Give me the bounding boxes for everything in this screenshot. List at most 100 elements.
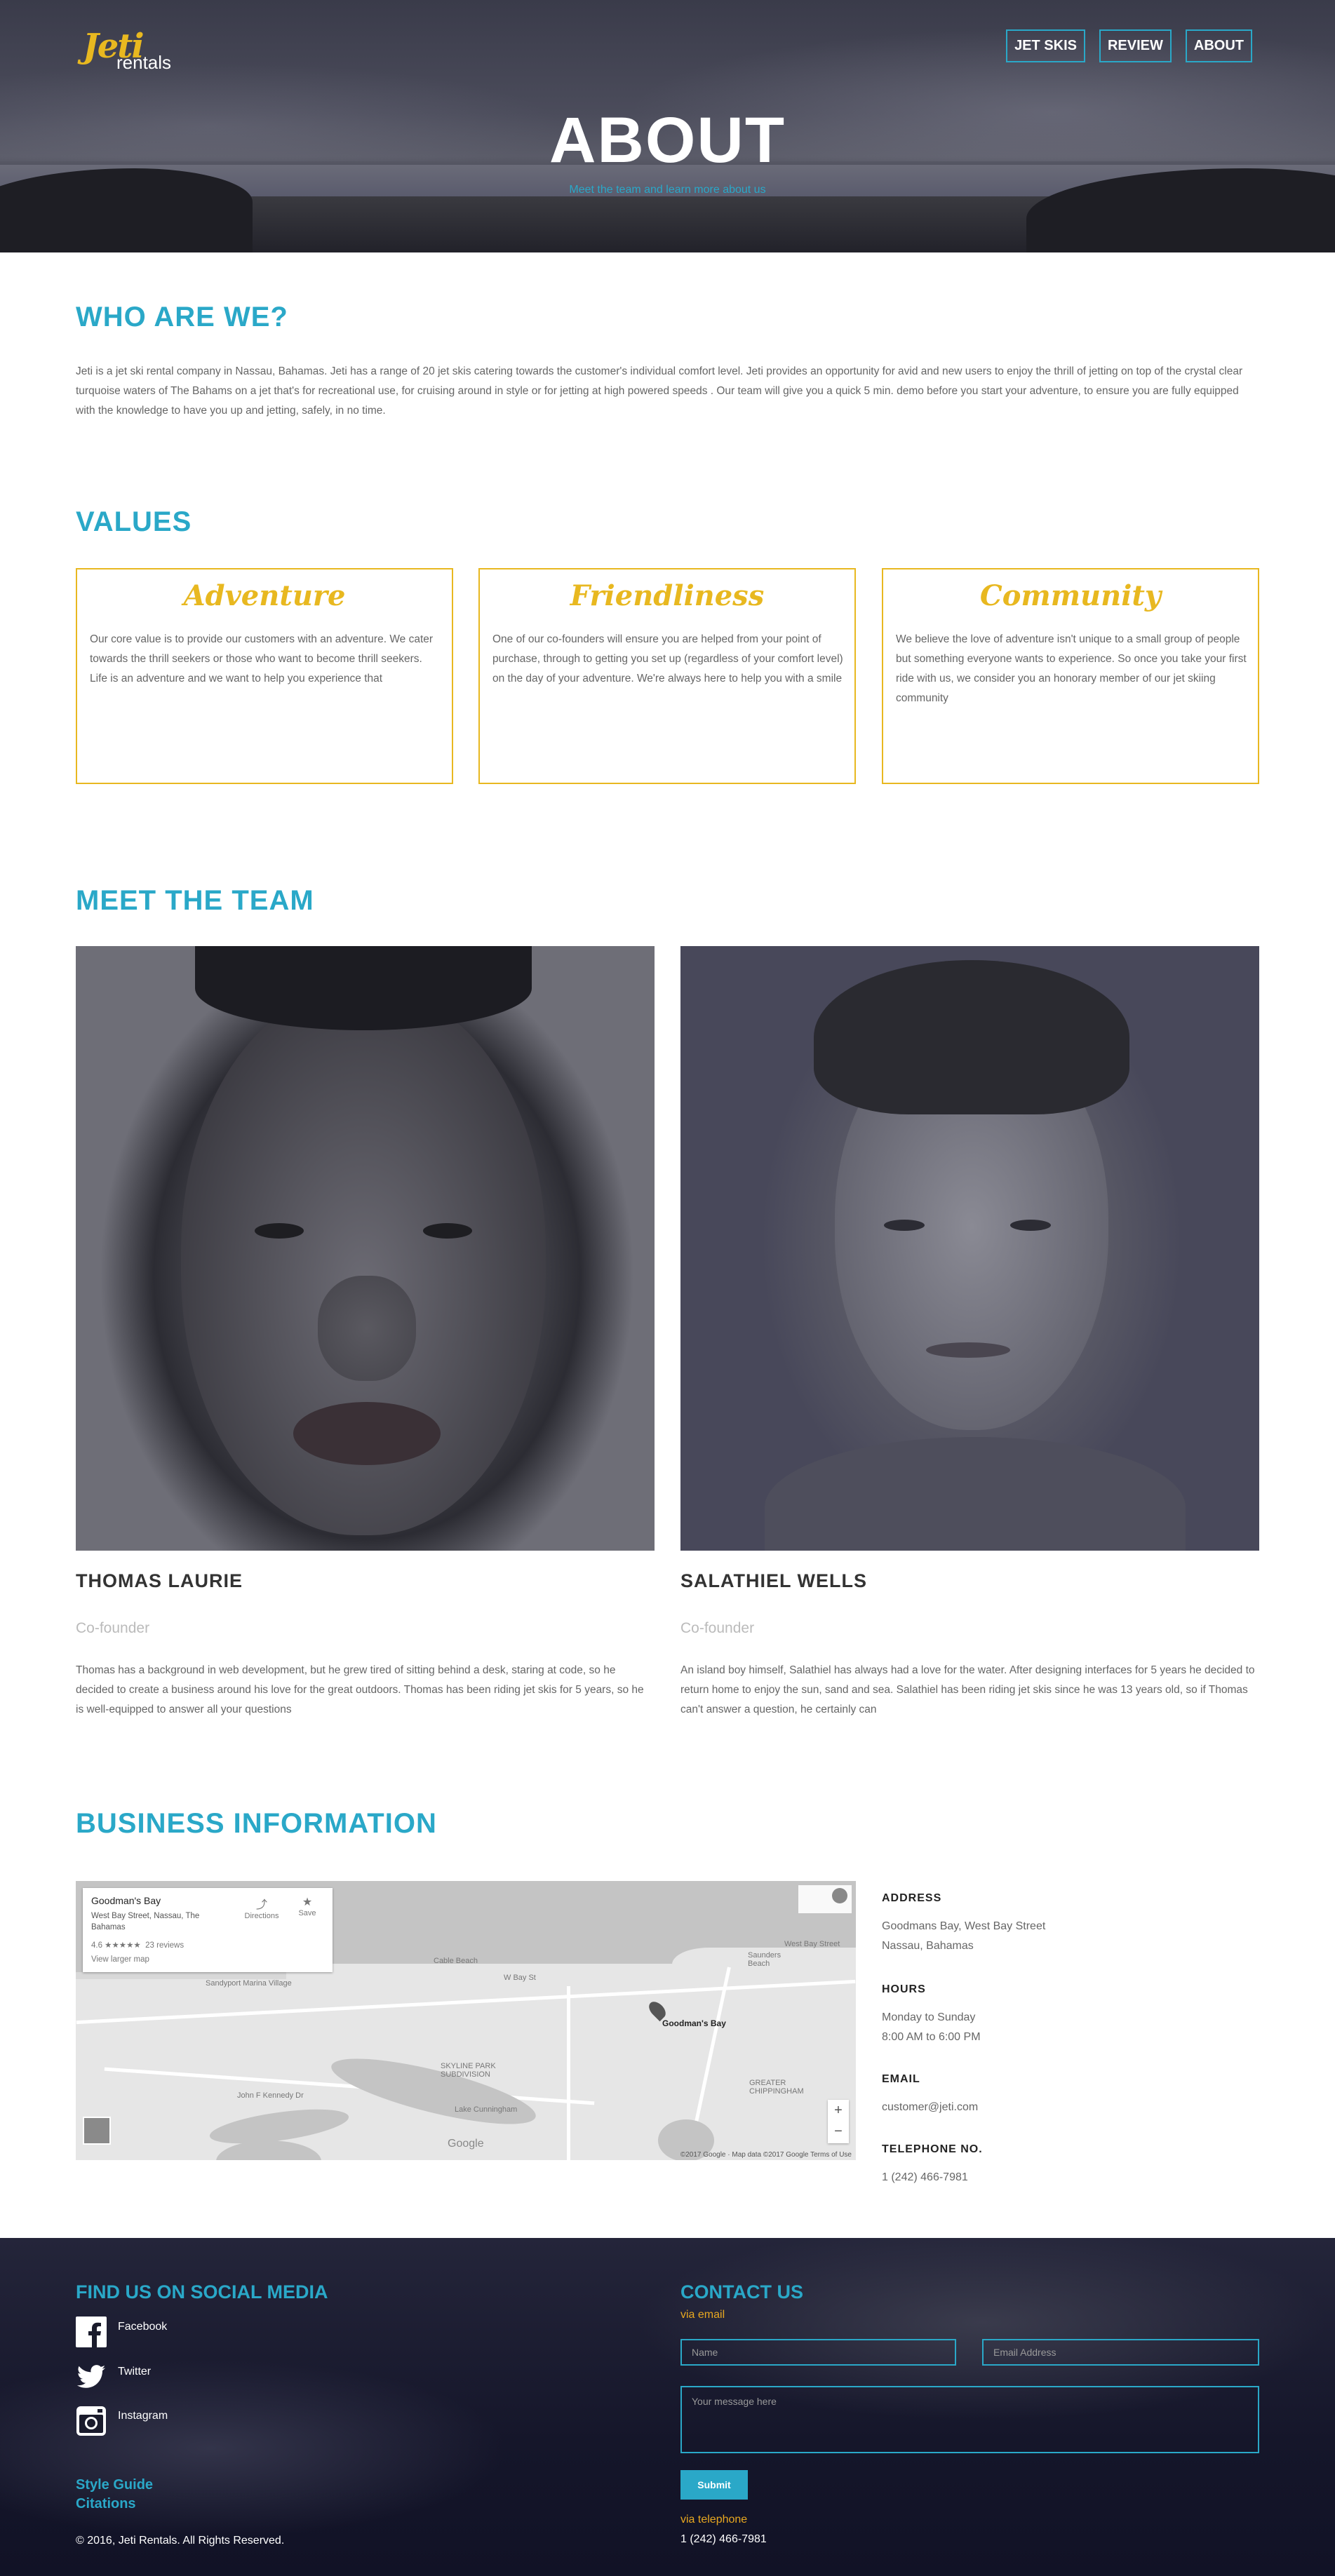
hair-shape <box>195 946 532 1030</box>
address-line-2: Nassau, Bahamas <box>882 1940 974 1952</box>
address-line-1: Goodmans Bay, West Bay Street <box>882 1920 1046 1932</box>
instagram-link[interactable]: Instagram <box>76 2406 168 2436</box>
page-title: ABOUT <box>549 104 786 176</box>
value-text: One of our co-founders will ensure you a… <box>492 633 843 685</box>
submit-button[interactable]: Submit <box>680 2470 748 2500</box>
email-label: EMAIL <box>882 2073 920 2085</box>
team-role: Co-founder <box>680 1620 755 1636</box>
eye-shape <box>1010 1220 1051 1231</box>
map-info-window: Goodman's Bay West Bay Street, Nassau, T… <box>83 1888 333 1972</box>
nav-jet-skis[interactable]: JET SKIS <box>1006 29 1085 62</box>
value-title: Community <box>979 579 1162 612</box>
zoom-out-button[interactable]: − <box>828 2121 849 2142</box>
facebook-icon <box>76 2317 107 2347</box>
via-telephone-label: via telephone <box>680 2514 748 2526</box>
satellite-toggle[interactable] <box>83 2117 111 2145</box>
page-subtitle: Meet the team and learn more about us <box>569 184 766 196</box>
pegman-icon[interactable] <box>832 1888 847 1903</box>
directions-button[interactable]: ⤴ Directions <box>241 1895 283 1920</box>
business-heading: BUSINESS INFORMATION <box>76 1808 437 1839</box>
values-heading: VALUES <box>76 506 192 537</box>
email-field[interactable] <box>982 2339 1259 2366</box>
map-label: Lake Cunningham <box>455 2105 518 2114</box>
zoom-in-button[interactable]: + <box>828 2100 849 2121</box>
star-icon: ★ <box>302 1896 313 1908</box>
nose-shape <box>318 1276 416 1381</box>
value-title: Adventure <box>183 579 346 612</box>
map-label: W Bay St <box>504 1974 536 1982</box>
team-name: SALATHIEL WELLS <box>680 1570 867 1591</box>
hero-shore <box>0 168 1335 252</box>
nav-review[interactable]: REVIEW <box>1099 29 1172 62</box>
team-bio: An island boy himself, Salathiel has alw… <box>680 1664 1255 1715</box>
map-rating: 4.6 ★★★★★ 23 reviews <box>91 1940 184 1950</box>
name-field[interactable] <box>680 2339 956 2366</box>
map-label: Sandyport Marina Village <box>206 1979 292 1988</box>
team-heading: MEET THE TEAM <box>76 885 314 916</box>
via-email-label: via email <box>680 2309 725 2321</box>
map-credit: ©2017 Google · Map data ©2017 Google Ter… <box>680 2151 852 2159</box>
location-map[interactable]: Sandyport Marina Village Cable Beach W B… <box>76 1881 856 2160</box>
site-logo[interactable]: Jeti rentals <box>83 27 202 76</box>
map-place-address: West Bay Street, Nassau, The Bahamas <box>91 1912 200 1931</box>
hours-line-1: Monday to Sunday <box>882 2011 976 2023</box>
hours-label: HOURS <box>882 1983 926 1995</box>
value-title: Friendliness <box>570 579 765 612</box>
value-card-community: Community We believe the love of adventu… <box>882 568 1259 784</box>
google-logo: Google <box>448 2138 484 2150</box>
main-nav: JET SKIS REVIEW ABOUT <box>1006 29 1252 62</box>
address-label: ADDRESS <box>882 1892 942 1904</box>
directions-icon: ⤴ <box>255 1899 267 1911</box>
facebook-link[interactable]: Facebook <box>76 2317 167 2347</box>
eye-shape <box>255 1223 304 1239</box>
contact-heading: CONTACT US <box>680 2281 803 2302</box>
directions-label: Directions <box>244 1912 279 1920</box>
map-road <box>567 1986 570 2160</box>
team-photo-salathiel <box>680 946 1259 1551</box>
phone-number: 1 (242) 466-7981 <box>882 2171 968 2183</box>
map-label: Cable Beach <box>434 1957 478 1965</box>
who-heading: WHO ARE WE? <box>76 302 288 332</box>
map-place-name: Goodman's Bay <box>91 1895 161 1906</box>
map-label: West Bay Street <box>784 1940 840 1948</box>
map-pin-label: Goodman's Bay <box>662 2018 726 2028</box>
map-reviews-link[interactable]: 23 reviews <box>145 1941 184 1950</box>
who-text: Jeti is a jet ski rental company in Nass… <box>76 365 1243 417</box>
map-label: Saunders Beach <box>748 1951 781 1968</box>
instagram-icon <box>76 2406 107 2436</box>
save-label: Save <box>298 1909 316 1917</box>
twitter-label: Twitter <box>118 2366 152 2378</box>
hero-rocks <box>0 168 253 252</box>
team-photo-thomas <box>76 946 655 1551</box>
hours-line-2: 8:00 AM to 6:00 PM <box>882 2031 981 2043</box>
phone-label: TELEPHONE NO. <box>882 2143 983 2155</box>
footer-telephone: 1 (242) 466-7981 <box>680 2533 767 2545</box>
mouth-shape <box>293 1402 441 1465</box>
instagram-label: Instagram <box>118 2410 168 2422</box>
logo-word: rentals <box>116 52 172 73</box>
social-heading: FIND US ON SOCIAL MEDIA <box>76 2281 328 2302</box>
hero-banner: Jeti rentals JET SKIS REVIEW ABOUT ABOUT… <box>0 0 1335 252</box>
hair-shape <box>814 960 1129 1114</box>
value-card-friendliness: Friendliness One of our co-founders will… <box>478 568 856 784</box>
map-label: GREATER CHIPPINGHAM <box>749 2079 804 2096</box>
map-rating-stars: 4.6 ★★★★★ <box>91 1941 141 1950</box>
style-guide-link[interactable]: Style Guide <box>76 2477 153 2493</box>
team-name: THOMAS LAURIE <box>76 1570 243 1591</box>
mouth-shape <box>926 1342 1010 1358</box>
value-text: Our core value is to provide our custome… <box>90 633 434 685</box>
citations-link[interactable]: Citations <box>76 2496 136 2512</box>
nav-about[interactable]: ABOUT <box>1185 29 1252 62</box>
message-field[interactable] <box>680 2386 1259 2453</box>
map-label: John F Kennedy Dr <box>237 2091 304 2100</box>
eye-shape <box>884 1220 925 1231</box>
value-card-adventure: Adventure Our core value is to provide o… <box>76 568 453 784</box>
zoom-control: + − <box>828 2100 849 2143</box>
email-link[interactable]: customer@jeti.com <box>882 2098 978 2117</box>
save-button[interactable]: ★ Save <box>293 1895 321 1917</box>
twitter-link[interactable]: Twitter <box>76 2361 151 2392</box>
team-bio: Thomas has a background in web developme… <box>76 1664 644 1715</box>
map-label: SKYLINE PARK SUBDIVISION <box>441 2062 496 2079</box>
view-larger-map-link[interactable]: View larger map <box>91 1955 149 1964</box>
eye-shape <box>423 1223 472 1239</box>
